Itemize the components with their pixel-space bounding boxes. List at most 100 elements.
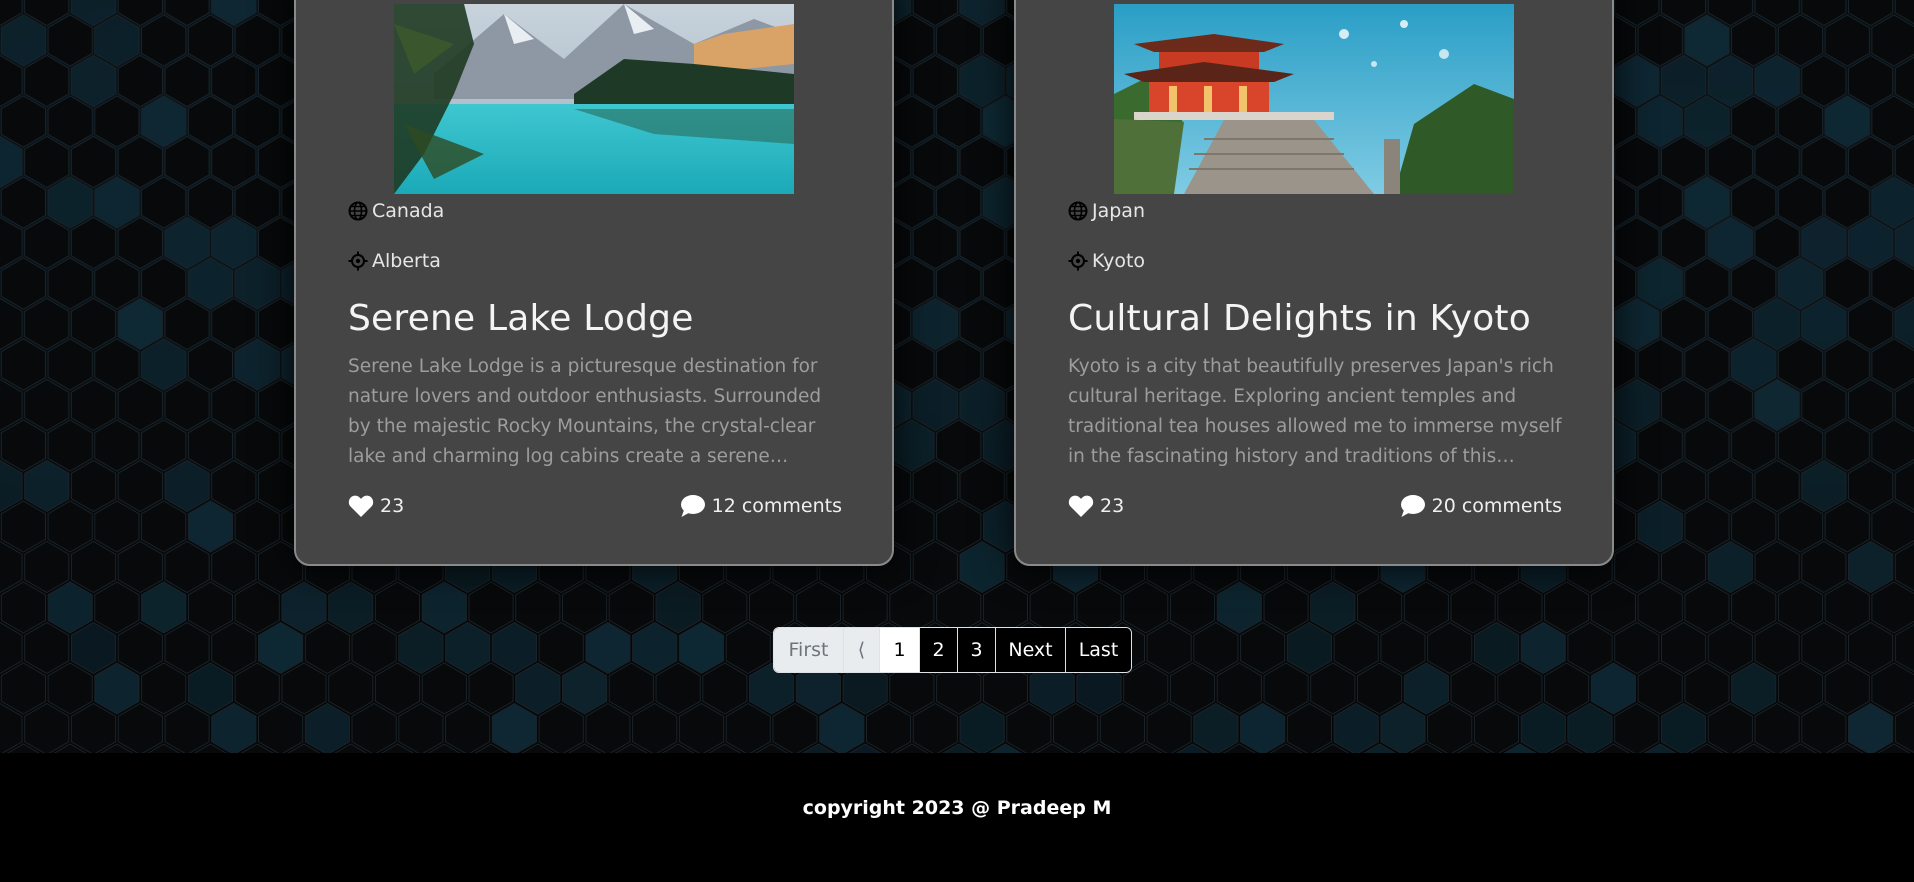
hexagon-tile: [234, 176, 280, 229]
hexagon-tile: [1567, 702, 1613, 753]
hexagon-tile: [702, 581, 748, 634]
like-button[interactable]: 23: [1068, 494, 1124, 518]
hexagon-tile: [959, 216, 1005, 270]
post-title[interactable]: Serene Lake Lodge: [348, 298, 694, 339]
hexagon-tile: [1754, 378, 1800, 432]
hexagon-tile: [187, 500, 233, 553]
post-image-lake[interactable]: [394, 4, 794, 194]
post-title[interactable]: Cultural Delights in Kyoto: [1068, 298, 1531, 339]
hexagon-tile: [1801, 378, 1847, 432]
last-page-button[interactable]: Last: [1066, 628, 1131, 672]
hexagon-tile: [585, 702, 631, 753]
post-card[interactable]: Japan Kyoto Cultural Delights in Kyoto K…: [1014, 0, 1614, 566]
comments-link[interactable]: 12 comments: [680, 494, 842, 518]
region-label: Kyoto: [1092, 250, 1146, 272]
hexagon-tile: [1777, 500, 1824, 553]
hexagon-tile: [1263, 662, 1309, 715]
prev-page-button[interactable]: ⟨: [844, 628, 880, 672]
hexagon-tile: [398, 621, 444, 675]
hexagon-tile: [982, 581, 1028, 634]
hexagon-tile: [1731, 95, 1777, 148]
hexagon-tile: [211, 216, 257, 270]
post-card[interactable]: Canada Alberta Serene Lake Lodge Serene …: [294, 0, 894, 566]
hexagon-tile: [1871, 338, 1914, 391]
hexagon-tile: [1099, 702, 1145, 753]
hexagon-tile: [1754, 135, 1800, 189]
hexagon-tile: [211, 135, 257, 189]
hexagon-tile: [912, 216, 958, 270]
hexagon-tile: [1777, 581, 1824, 634]
globe-icon: [348, 201, 368, 221]
hexagon-tile: [491, 702, 537, 753]
hexagon-tile: [164, 135, 210, 189]
hexagon-tile: [1216, 581, 1262, 634]
hexagon-tile: [211, 621, 257, 675]
page-2-button[interactable]: 2: [920, 628, 958, 672]
hexagon-tile: [0, 662, 46, 715]
first-page-button[interactable]: First: [774, 628, 844, 672]
hexagon-tile: [47, 338, 93, 391]
hexagon-tile: [1661, 702, 1707, 753]
hexagon-tile: [772, 702, 818, 753]
hexagon-tile: [164, 459, 210, 513]
hexagon-tile: [1637, 257, 1683, 310]
hexagon-tile: [1707, 459, 1753, 513]
hexagon-tile: [1801, 135, 1847, 189]
hexagon-tile: [1754, 54, 1800, 108]
hexagon-tile: [1637, 176, 1683, 229]
comment-icon: [1400, 495, 1425, 517]
hexagon-tile: [94, 14, 140, 67]
hexagon-tile: [117, 702, 163, 753]
hexagon-tile: [725, 621, 771, 675]
hexagon-tile: [1707, 702, 1753, 753]
hexagon-tile: [1824, 500, 1870, 553]
hexagon-tile: [959, 135, 1005, 189]
hexagon-tile: [1286, 702, 1332, 753]
hexagon-tile: [1731, 176, 1777, 229]
hexagon-tile: [1053, 702, 1099, 753]
next-page-button[interactable]: Next: [996, 628, 1066, 672]
likes-count: 23: [1100, 495, 1125, 517]
like-button[interactable]: 23: [348, 494, 404, 518]
hexagon-tile: [0, 176, 46, 229]
hexagon-tile: [1684, 500, 1730, 553]
hexagon-tile: [1146, 621, 1192, 675]
hexagon-tile: [141, 338, 187, 391]
hexagon-tile: [1871, 257, 1914, 310]
hexagon-tile: [445, 702, 491, 753]
hexagon-tile: [959, 459, 1005, 513]
hexagon-tile: [70, 54, 117, 108]
hexagon-tile: [117, 135, 163, 189]
comments-link[interactable]: 20 comments: [1400, 494, 1562, 518]
hexagon-tile: [1824, 662, 1870, 715]
hexagon-tile: [1684, 581, 1730, 634]
hexagon-tile: [1848, 702, 1894, 753]
hexagon-tile: [1684, 14, 1730, 67]
hexagon-tile: [1661, 621, 1707, 675]
country-row: Japan: [1068, 200, 1145, 222]
hexagon-tile: [1614, 378, 1660, 432]
hexagon-tile: [1871, 500, 1914, 553]
hexagon-tile: [258, 702, 304, 753]
hexagon-tile: [1684, 662, 1730, 715]
heart-icon: [1068, 495, 1094, 517]
page-3-button[interactable]: 3: [958, 628, 996, 672]
hexagon-tile: [141, 662, 187, 715]
hexagon-tile: [187, 338, 233, 391]
hexagon-tile: [889, 95, 935, 148]
hexagon-tile: [1731, 419, 1777, 472]
hexagon-tile: [70, 378, 117, 432]
hexagon-tile: [725, 702, 771, 753]
hexagon-tile: [24, 702, 70, 753]
hexagon-tile: [1707, 135, 1753, 189]
hexagon-tile: [1240, 621, 1286, 675]
hexagon-tile: [936, 338, 982, 391]
hexagon-tile: [1707, 621, 1753, 675]
hexagon-tile: [1661, 54, 1707, 108]
hexagon-tile: [1263, 581, 1309, 634]
hexagon-tile: [117, 297, 163, 351]
hexagon-tile: [234, 257, 280, 310]
hexagon-tile: [1777, 338, 1824, 391]
post-image-temple[interactable]: [1114, 4, 1514, 194]
page-1-button[interactable]: 1: [880, 628, 920, 672]
